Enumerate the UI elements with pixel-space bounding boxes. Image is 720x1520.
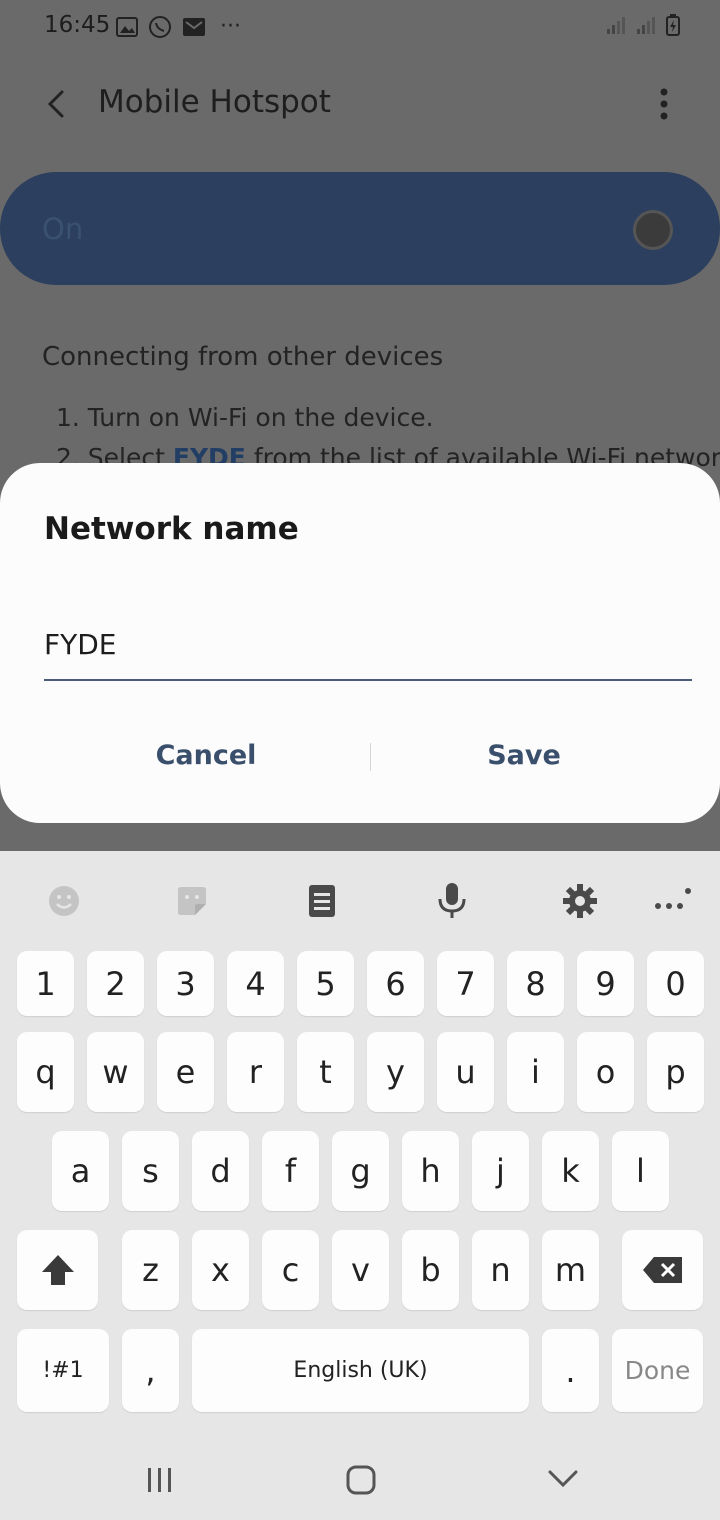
chevron-down-icon[interactable] — [548, 1469, 578, 1489]
whatsapp-icon — [149, 15, 171, 38]
key-k[interactable]: k — [542, 1131, 599, 1211]
key-t[interactable]: t — [297, 1032, 354, 1112]
key-e[interactable]: e — [157, 1032, 214, 1112]
key-2[interactable]: 2 — [87, 951, 144, 1016]
key-a[interactable]: a — [52, 1131, 109, 1211]
gallery-icon — [116, 16, 138, 37]
key-4[interactable]: 4 — [227, 951, 284, 1016]
key-h[interactable]: h — [402, 1131, 459, 1211]
signal-icon — [607, 17, 625, 34]
symbols-key[interactable]: !#1 — [17, 1329, 109, 1412]
key-9[interactable]: 9 — [577, 951, 634, 1016]
mail-icon — [183, 17, 205, 36]
key-o[interactable]: o — [577, 1032, 634, 1112]
hotspot-switch-bar[interactable]: On — [0, 172, 720, 285]
key-j[interactable]: j — [472, 1131, 529, 1211]
comma-key[interactable]: , — [122, 1329, 179, 1412]
cancel-button[interactable]: Cancel — [56, 728, 356, 784]
key-6[interactable]: 6 — [367, 951, 424, 1016]
home-icon[interactable] — [346, 1465, 376, 1495]
back-arrow-icon[interactable] — [40, 86, 76, 122]
key-y[interactable]: y — [367, 1032, 424, 1112]
key-x[interactable]: x — [192, 1230, 249, 1310]
dialog-title: Network name — [44, 511, 299, 547]
key-q[interactable]: q — [17, 1032, 74, 1112]
clipboard-icon[interactable] — [302, 881, 342, 921]
key-7[interactable]: 7 — [437, 951, 494, 1016]
more-notifications-icon: ··· — [220, 14, 241, 39]
key-u[interactable]: u — [437, 1032, 494, 1112]
microphone-icon[interactable] — [432, 881, 472, 921]
page-title: Mobile Hotspot — [98, 84, 331, 120]
key-f[interactable]: f — [262, 1131, 319, 1211]
network-name-input[interactable] — [44, 609, 692, 681]
key-z[interactable]: z — [122, 1230, 179, 1310]
key-i[interactable]: i — [507, 1032, 564, 1112]
save-button[interactable]: Save — [374, 728, 674, 784]
space-key[interactable]: English (UK) — [192, 1329, 529, 1412]
key-0[interactable]: 0 — [647, 951, 704, 1016]
key-5[interactable]: 5 — [297, 951, 354, 1016]
key-n[interactable]: n — [472, 1230, 529, 1310]
recent-apps-icon[interactable] — [146, 1467, 174, 1493]
backspace-key[interactable] — [622, 1230, 703, 1310]
key-p[interactable]: p — [647, 1032, 704, 1112]
instruction-step: 1. Turn on Wi-Fi on the device. — [56, 403, 434, 432]
more-options-icon[interactable] — [650, 84, 678, 124]
system-icons — [606, 14, 680, 36]
notification-icons: ··· — [116, 14, 241, 39]
key-m[interactable]: m — [542, 1230, 599, 1310]
done-key[interactable]: Done — [612, 1329, 703, 1412]
switch-label: On — [42, 212, 84, 246]
backspace-icon — [642, 1257, 682, 1283]
key-8[interactable]: 8 — [507, 951, 564, 1016]
toggle-switch[interactable] — [633, 210, 673, 250]
status-bar: 16:45 ··· — [0, 0, 720, 56]
key-g[interactable]: g — [332, 1131, 389, 1211]
more-options-icon[interactable] — [652, 881, 692, 921]
key-d[interactable]: d — [192, 1131, 249, 1211]
keyboard: 1 2 3 4 5 6 7 8 9 0 q w e r t y u i o p a s d f g h j k l z x c v b n m !#1,… — [0, 851, 720, 1520]
keyboard-toolbar — [0, 851, 720, 951]
key-c[interactable]: c — [262, 1230, 319, 1310]
key-3[interactable]: 3 — [157, 951, 214, 1016]
period-key[interactable]: . — [542, 1329, 599, 1412]
key-v[interactable]: v — [332, 1230, 389, 1310]
key-b[interactable]: b — [402, 1230, 459, 1310]
section-title: Connecting from other devices — [42, 342, 444, 372]
status-time: 16:45 — [44, 12, 111, 38]
shift-key[interactable] — [17, 1230, 98, 1310]
navigation-bar — [0, 1435, 720, 1520]
key-s[interactable]: s — [122, 1131, 179, 1211]
app-bar: Mobile Hotspot — [0, 60, 720, 150]
button-divider — [370, 743, 371, 771]
shift-icon — [41, 1255, 74, 1285]
signal-icon — [637, 17, 655, 34]
key-r[interactable]: r — [227, 1032, 284, 1112]
key-1[interactable]: 1 — [17, 951, 74, 1016]
emoji-icon[interactable] — [44, 881, 84, 921]
network-name-dialog: Network name Cancel Save — [0, 463, 720, 823]
sticker-icon[interactable] — [172, 881, 212, 921]
key-w[interactable]: w — [87, 1032, 144, 1112]
battery-icon — [666, 14, 680, 36]
gear-icon[interactable] — [560, 881, 600, 921]
key-l[interactable]: l — [612, 1131, 669, 1211]
